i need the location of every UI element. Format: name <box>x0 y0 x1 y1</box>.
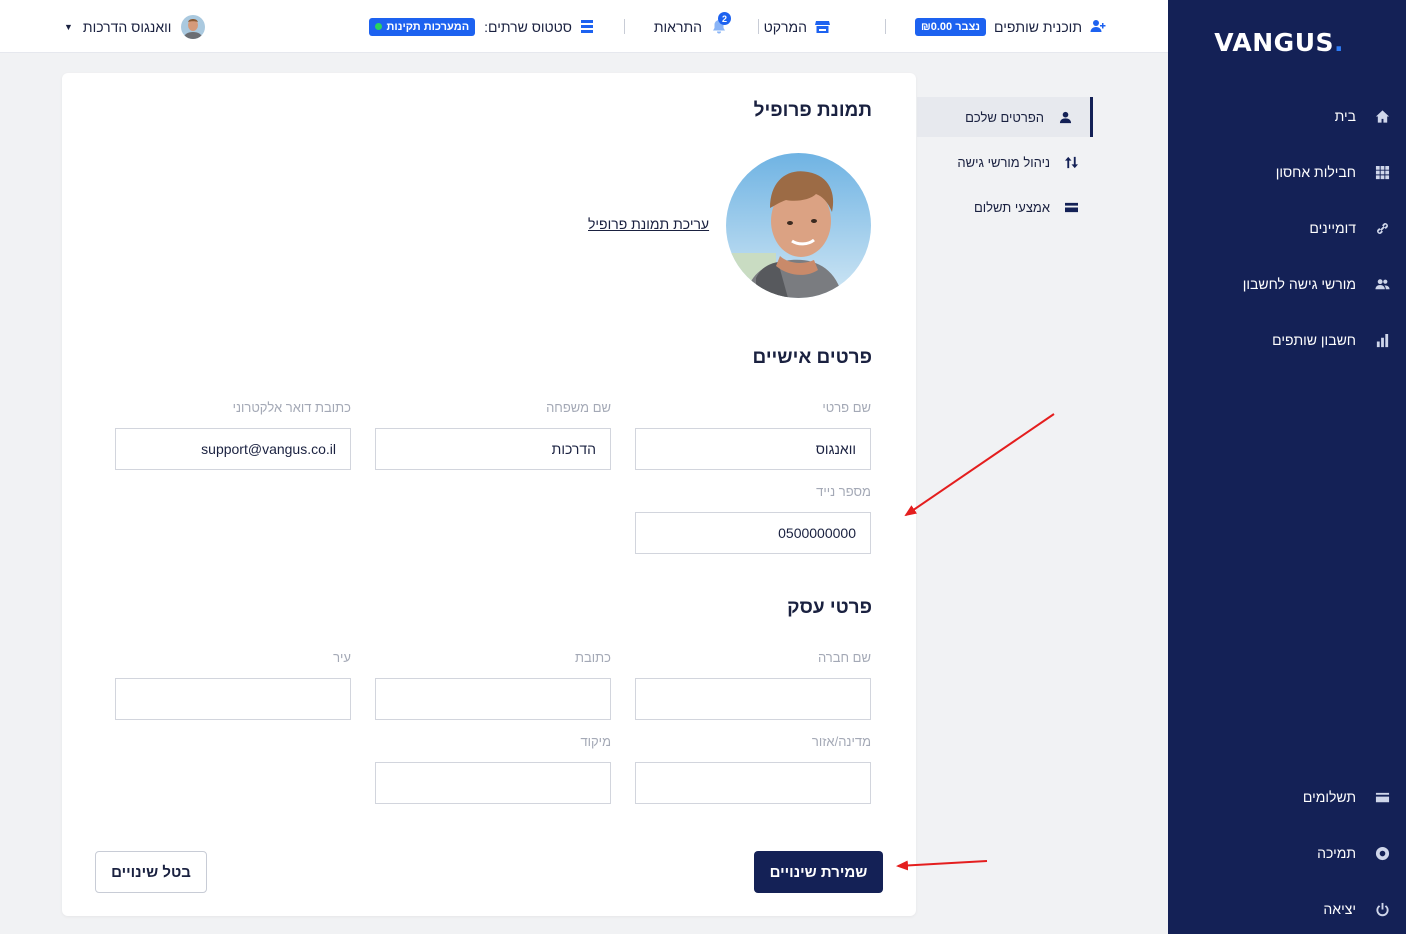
divider <box>624 19 625 34</box>
business-details-heading: פרטי עסק <box>787 597 872 618</box>
save-changes-button[interactable]: שמירת שינויים <box>754 851 883 893</box>
sidebar-item-label: בית <box>1334 108 1356 124</box>
last-name-label: שם משפחה <box>546 400 611 415</box>
sidebar-item-label: יציאה <box>1323 901 1356 917</box>
company-name-label: שם חברה <box>817 650 871 665</box>
region-field[interactable] <box>635 762 871 804</box>
credit-card-icon <box>1374 789 1390 805</box>
personal-details-heading: פרטים אישיים <box>752 347 872 368</box>
affiliate-program-link[interactable]: תוכנית שותפים נצבר ₪0.00 <box>915 0 1106 53</box>
sidebar-item-hosting[interactable]: חבילות אחסון <box>1276 157 1390 187</box>
sidebar-item-account-access[interactable]: מורשי גישה לחשבון <box>1243 269 1390 299</box>
sort-arrows-icon <box>1064 156 1078 169</box>
email-field[interactable] <box>115 428 351 470</box>
address-label: כתובת <box>575 650 611 665</box>
server-status[interactable]: סטטוס שרתים: המערכות תקינות <box>368 0 593 53</box>
profile-picture[interactable] <box>726 153 871 298</box>
market-label: המרקט <box>763 18 807 35</box>
power-icon <box>1374 901 1390 917</box>
subnav-item-access-management[interactable]: ניהול מורשי גישה <box>940 142 1096 182</box>
zip-label: מיקוד <box>580 734 611 749</box>
sidebar-item-affiliate-account[interactable]: חשבון שותפים <box>1272 325 1390 355</box>
bell-icon: 2 <box>712 12 731 34</box>
first-name-field[interactable] <box>635 428 871 470</box>
server-status-label: סטטוס שרתים: <box>484 18 572 35</box>
sidebar-item-home[interactable]: בית <box>1335 101 1390 131</box>
status-dot-icon <box>374 23 382 30</box>
edit-profile-picture-link[interactable]: עריכת תמונת פרופיל <box>588 216 709 232</box>
top-bar: תוכנית שותפים נצבר ₪0.00 המרקט 2 התראות … <box>0 0 1168 53</box>
user-menu[interactable]: וואנגוס הדרכות ▼ <box>64 0 206 53</box>
users-icon <box>1374 276 1390 292</box>
sidebar-item-label: מורשי גישה לחשבון <box>1242 276 1356 292</box>
profile-card: תמונת פרופיל עריכת תמונת פרופיל פרטים אי… <box>62 73 916 916</box>
address-field[interactable] <box>375 678 611 720</box>
first-name-label: שם פרטי <box>822 400 871 415</box>
subnav-label: הפרטים שלכם <box>965 109 1044 125</box>
server-status-badge: המערכות תקינות <box>368 17 476 36</box>
bar-chart-icon <box>1374 332 1390 348</box>
subnav-label: אמצעי תשלום <box>973 199 1050 215</box>
mobile-label: מספר נייד <box>816 484 871 499</box>
company-name-field[interactable] <box>635 678 871 720</box>
sidebar: VANGUS. בית חבילות אחסון דומיינים מורשי … <box>1168 0 1406 934</box>
region-label: מדינה/אזור <box>811 734 871 749</box>
divider <box>758 19 759 34</box>
notifications-link[interactable]: 2 התראות <box>653 0 731 53</box>
home-icon <box>1374 108 1390 124</box>
arrow-to-mobile-field <box>904 413 1055 517</box>
last-name-field[interactable] <box>375 428 611 470</box>
affiliate-balance-badge: נצבר ₪0.00 <box>915 17 987 36</box>
store-icon <box>815 20 830 34</box>
subnav-label: ניהול מורשי גישה <box>957 154 1050 170</box>
sidebar-item-label: תמיכה <box>1317 845 1356 861</box>
sidebar-item-support[interactable]: תמיכה <box>1317 838 1390 868</box>
sidebar-item-label: דומיינים <box>1309 220 1356 236</box>
user-icon <box>1058 111 1072 124</box>
server-icon <box>581 20 593 33</box>
add-user-icon <box>1090 19 1106 34</box>
avatar <box>181 14 206 39</box>
sidebar-item-label: חבילות אחסון <box>1275 164 1356 180</box>
sidebar-item-domains[interactable]: דומיינים <box>1309 213 1390 243</box>
sidebar-item-label: תשלומים <box>1302 789 1356 805</box>
notifications-label: התראות <box>653 18 702 35</box>
city-label: עיר <box>333 650 351 665</box>
zip-field[interactable] <box>375 762 611 804</box>
subnav-item-your-details[interactable]: הפרטים שלכם <box>917 97 1093 137</box>
cancel-changes-button[interactable]: בטל שינויים <box>95 851 207 893</box>
affiliate-label: תוכנית שותפים <box>994 18 1082 35</box>
market-link[interactable]: המרקט <box>764 0 830 53</box>
credit-card-icon <box>1064 201 1078 214</box>
sidebar-item-label: חשבון שותפים <box>1272 332 1356 348</box>
sidebar-item-payments[interactable]: תשלומים <box>1303 782 1390 812</box>
user-name: וואנגוס הדרכות <box>82 18 172 35</box>
profile-picture-heading: תמונת פרופיל <box>753 100 872 121</box>
email-label: כתובת דואר אלקטרוני <box>232 400 351 415</box>
vangus-logo[interactable]: VANGUS. <box>1214 28 1344 57</box>
link-icon <box>1374 220 1390 236</box>
grid-icon <box>1374 164 1390 180</box>
lifebuoy-icon <box>1374 845 1390 861</box>
sidebar-item-logout[interactable]: יציאה <box>1323 894 1390 924</box>
subnav-item-payment-methods[interactable]: אמצעי תשלום <box>940 187 1096 227</box>
divider <box>885 19 886 34</box>
caret-down-icon: ▼ <box>64 21 73 32</box>
city-field[interactable] <box>115 678 351 720</box>
mobile-field[interactable] <box>635 512 871 554</box>
notifications-count-badge: 2 <box>718 12 731 25</box>
